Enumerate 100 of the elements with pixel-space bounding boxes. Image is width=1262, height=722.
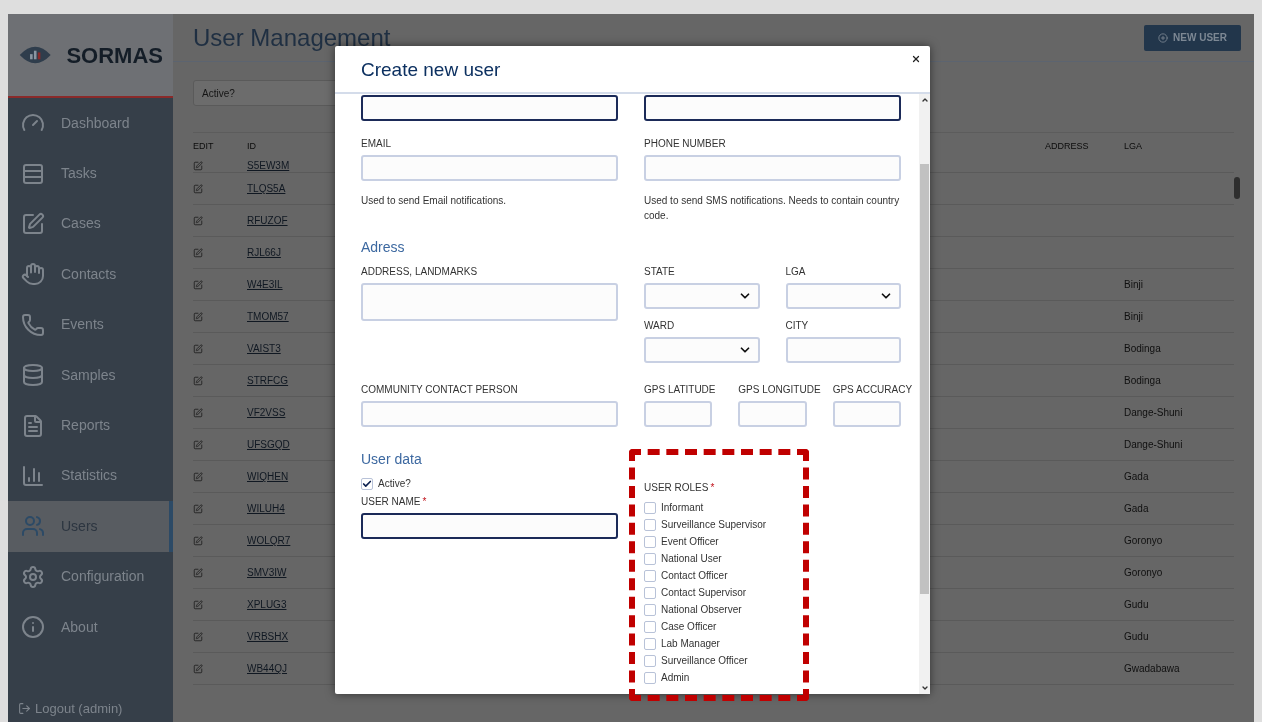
checkbox-label: Informant — [661, 501, 704, 515]
edit-icon[interactable] — [193, 183, 203, 194]
checkbox-label: Surveillance Supervisor — [661, 518, 767, 532]
user-id-link[interactable]: VF2VSS — [247, 405, 331, 420]
section-heading: User data — [361, 450, 422, 469]
field-label: GPS ACCURACY — [832, 382, 913, 397]
new-user-button[interactable]: NEW USER — [1144, 24, 1241, 51]
close-icon[interactable] — [911, 54, 921, 64]
table-cell-text: Gada — [1124, 502, 1150, 516]
checkbox-label: National Observer — [661, 603, 742, 617]
edit-icon[interactable] — [193, 439, 203, 450]
user-id-link[interactable]: VRBSHX — [247, 629, 331, 644]
text-area[interactable] — [361, 283, 618, 321]
checkbox[interactable] — [644, 603, 656, 616]
sidebar-item[interactable]: About — [8, 601, 173, 653]
field-label: WARD — [644, 318, 675, 333]
user-id-link[interactable]: RJL66J — [247, 245, 331, 260]
user-id-link[interactable]: UFSGQD — [247, 437, 331, 452]
checkbox[interactable] — [644, 518, 656, 531]
sidebar-item[interactable]: Tasks — [8, 148, 173, 199]
sidebar-item[interactable]: Configuration — [8, 551, 173, 602]
checkbox[interactable] — [361, 477, 373, 490]
input-field[interactable] — [361, 513, 618, 539]
nav-icon — [21, 262, 45, 287]
sidebar-item[interactable]: Statistics — [8, 450, 173, 502]
edit-icon[interactable] — [193, 663, 203, 674]
checkbox[interactable] — [644, 501, 656, 514]
sidebar-item[interactable]: Dashboard — [8, 98, 173, 149]
user-id-link[interactable]: W4E3IL — [247, 277, 331, 292]
input-field[interactable] — [361, 95, 618, 121]
user-id-link[interactable]: RFUZOF — [247, 213, 331, 228]
edit-icon[interactable] — [193, 375, 203, 386]
user-id-link[interactable]: S5EW3M — [247, 158, 331, 173]
field-label: COMMUNITY CONTACT PERSON — [361, 382, 518, 397]
user-id-link[interactable]: SMV3IW — [247, 565, 331, 580]
field-label: USER ROLES — [644, 480, 709, 495]
scroll-up-icon[interactable] — [920, 96, 929, 104]
sidebar-item[interactable]: Samples — [8, 349, 173, 401]
user-id-link[interactable]: WB44QJ — [247, 661, 331, 676]
table-cell-text: Dange-Shuni — [1124, 438, 1184, 452]
table-cell-text: Goronyo — [1124, 534, 1164, 548]
edit-icon[interactable] — [193, 503, 203, 514]
column-header: LGA — [1124, 139, 1143, 153]
edit-icon[interactable] — [193, 407, 203, 418]
checkbox[interactable] — [644, 535, 656, 548]
required-asterisk: * — [422, 494, 427, 509]
checkbox[interactable] — [644, 552, 656, 565]
checkbox-label: Contact Supervisor — [661, 586, 747, 600]
edit-icon[interactable] — [193, 471, 203, 482]
edit-icon[interactable] — [193, 343, 203, 354]
table-cell-text: Gada — [1124, 470, 1150, 484]
edit-icon[interactable] — [193, 247, 203, 258]
user-id-link[interactable]: STRFCG — [247, 373, 331, 388]
input-field[interactable] — [644, 95, 901, 121]
scrollbar-thumb[interactable] — [1234, 177, 1240, 199]
checkbox-label: Active? — [378, 477, 411, 491]
scrollbar[interactable] — [919, 94, 930, 694]
checkbox[interactable] — [644, 671, 656, 684]
table-cell-text: Gudu — [1124, 630, 1150, 644]
section-heading: Adress — [361, 238, 405, 257]
edit-icon[interactable] — [193, 311, 203, 322]
sidebar-item[interactable]: Events — [8, 299, 173, 350]
edit-icon[interactable] — [193, 631, 203, 642]
select-field[interactable] — [785, 283, 901, 309]
edit-icon[interactable] — [193, 599, 203, 610]
checkbox[interactable] — [644, 586, 656, 599]
table-cell-text: Bodinga — [1124, 374, 1162, 388]
user-id-link[interactable]: TLQS5A — [247, 181, 331, 196]
field-label: LGA — [785, 264, 806, 279]
checkbox[interactable] — [644, 637, 656, 650]
edit-icon[interactable] — [193, 160, 203, 171]
nav-icon — [21, 312, 45, 337]
edit-icon[interactable] — [193, 215, 203, 226]
user-id-link[interactable]: WIQHEN — [247, 469, 331, 484]
field-label: USER NAME — [361, 494, 421, 509]
sidebar-item[interactable]: Cases — [8, 198, 173, 250]
edit-icon[interactable] — [193, 279, 203, 290]
table-cell-text: Gudu — [1124, 598, 1150, 612]
logout-icon — [18, 701, 31, 715]
field-hint: Used to send Email notifications. — [361, 194, 508, 208]
user-id-link[interactable]: TMOM57 — [247, 309, 331, 324]
sidebar-item[interactable]: Reports — [8, 400, 173, 451]
nav-icon — [21, 514, 45, 539]
user-id-link[interactable]: XPLUG3 — [247, 597, 331, 612]
user-id-link[interactable]: WILUH4 — [247, 501, 331, 516]
select-field[interactable] — [644, 283, 760, 309]
user-id-link[interactable]: VAIST3 — [247, 341, 331, 356]
select-field[interactable] — [644, 337, 760, 363]
edit-icon[interactable] — [193, 535, 203, 546]
app-logo-text: SORMAS — [66, 41, 163, 70]
checkbox[interactable] — [644, 654, 656, 667]
scroll-down-icon[interactable] — [920, 684, 929, 692]
sidebar-item[interactable]: Contacts — [8, 249, 173, 300]
edit-icon[interactable] — [193, 567, 203, 578]
user-id-link[interactable]: WOLQR7 — [247, 533, 331, 548]
nav-icon — [21, 211, 45, 236]
checkbox[interactable] — [644, 620, 656, 633]
checkbox[interactable] — [644, 569, 656, 582]
field-label: PHONE NUMBER — [644, 136, 726, 151]
logout-link[interactable]: Logout (admin) — [8, 698, 173, 722]
